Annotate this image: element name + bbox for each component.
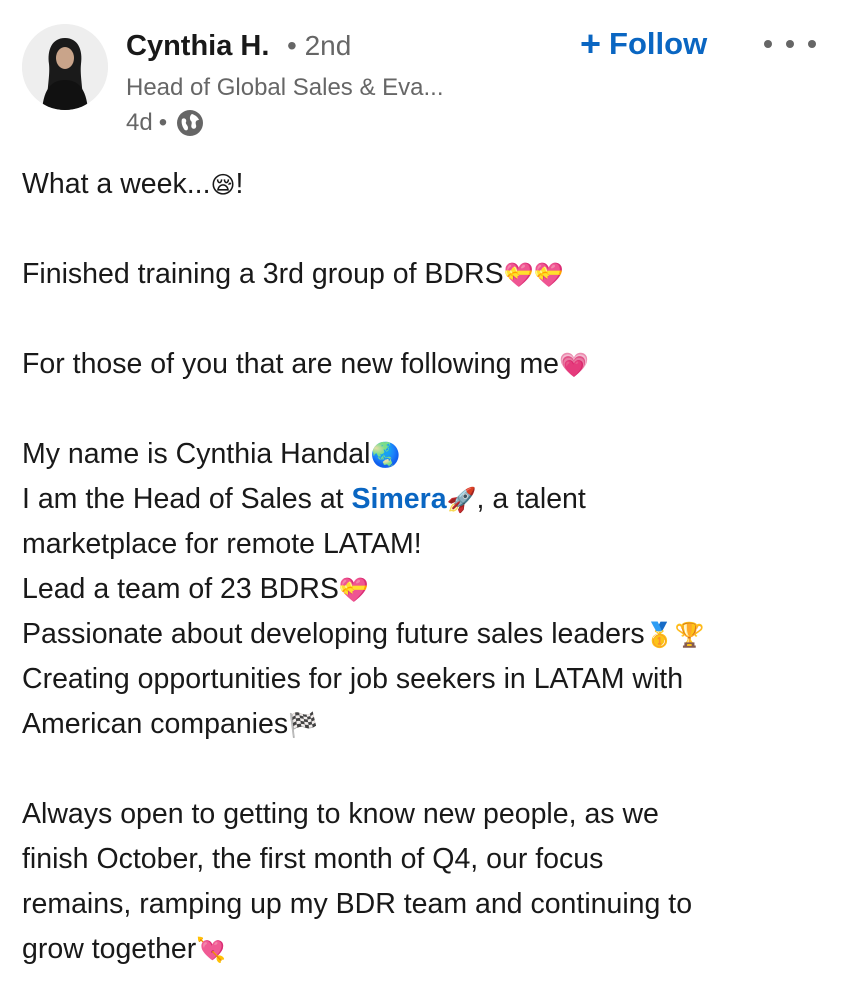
post-line: My name is Cynthia Handal🌏 [22, 438, 401, 470]
post-line: What a week...😪! [22, 168, 244, 200]
growing-heart-icon: 💗 [559, 351, 589, 379]
more-dots-icon [786, 40, 794, 48]
post-line: For those of you that are new following … [22, 348, 589, 380]
post-line: Lead a team of 23 BDRS💝 [22, 573, 369, 605]
checkered-flag-icon: 🏁 [288, 711, 319, 739]
post-line: grow together💘 [22, 933, 227, 965]
post-line: marketplace for remote LATAM! [22, 528, 422, 560]
post-line: Finished training a 3rd group of BDRS💝💝 [22, 258, 564, 290]
post-line: American companies🏁 [22, 708, 319, 740]
sleepy-face-icon: 😪 [210, 171, 236, 199]
post-header: Cynthia H. • 2nd Head of Global Sales & … [0, 0, 846, 160]
company-link-simera[interactable]: Simera [352, 483, 447, 515]
post-meta: 4d • [126, 106, 205, 140]
plus-icon: + [580, 23, 602, 64]
follow-label: Follow [609, 26, 708, 61]
post-line: finish October, the first month of Q4, o… [22, 843, 604, 875]
more-dots-icon [808, 40, 816, 48]
heart-with-arrow-icon: 💘 [196, 936, 227, 964]
connection-degree: • 2nd [287, 30, 352, 61]
post-line: Always open to getting to know new peopl… [22, 798, 659, 830]
author-headline: Head of Global Sales & Eva... [126, 74, 444, 101]
post-line: remains, ramping up my BDR team and cont… [22, 888, 693, 920]
avatar[interactable] [22, 24, 108, 110]
globe-emoji-icon: 🌏 [370, 441, 401, 469]
more-dots-icon [764, 40, 772, 48]
medal-trophy-icon: 🥇🏆 [644, 621, 705, 649]
post-time: 4d [126, 109, 153, 136]
author-name[interactable]: Cynthia H. [126, 28, 269, 64]
post-line: Creating opportunities for job seekers i… [22, 663, 684, 695]
heart-with-ribbon-icon: 💝💝 [503, 261, 564, 289]
heart-with-ribbon-icon: 💝 [338, 576, 369, 604]
globe-icon [175, 108, 205, 138]
profile-photo-icon [22, 24, 108, 110]
post-text: What a week...😪! Finished training a 3rd… [22, 162, 822, 972]
rocket-icon: 🚀 [446, 486, 477, 514]
follow-button[interactable]: + Follow [580, 24, 707, 64]
post-line: I am the Head of Sales at Simera🚀, a tal… [22, 483, 586, 515]
meta-separator: • [158, 109, 168, 136]
post-line: Passionate about developing future sales… [22, 618, 705, 650]
more-options-button[interactable] [764, 28, 816, 60]
